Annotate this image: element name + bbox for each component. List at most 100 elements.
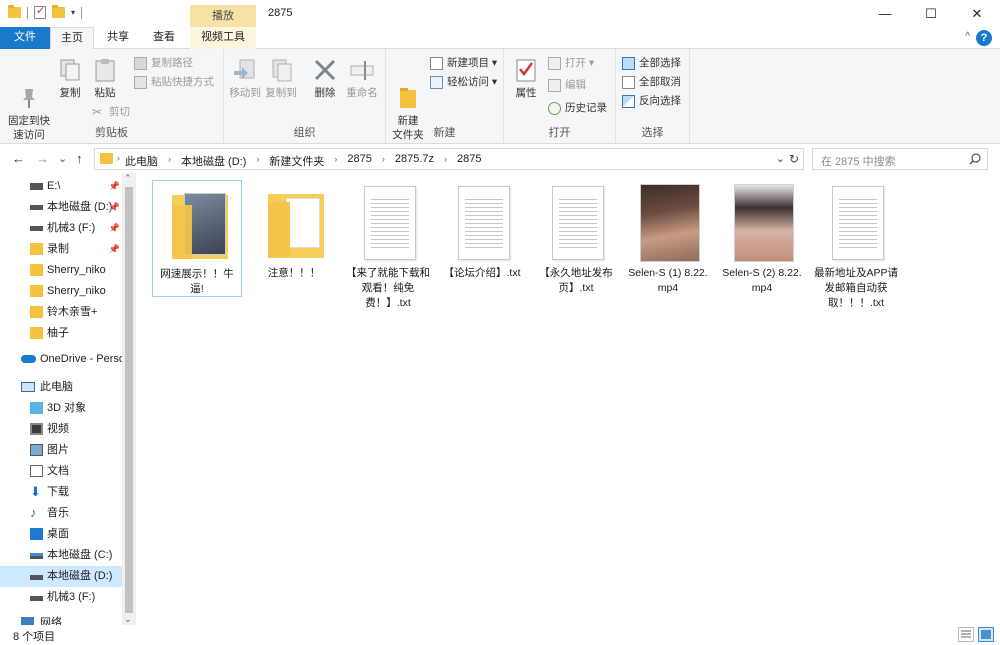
group-label-new: 新建 (433, 127, 456, 139)
copy-to-label: 复制到 (265, 87, 297, 99)
breadcrumb-2875-7z[interactable]: 2875.7z (395, 153, 434, 169)
edit-button[interactable]: 编辑 (548, 76, 586, 94)
file-item[interactable]: 【来了就能下载和观看！纯免费！】.txt (343, 180, 433, 309)
select-all-button[interactable]: 全部选择 (622, 54, 681, 72)
text-lines (559, 196, 597, 251)
large-icons-view-icon[interactable] (978, 627, 994, 642)
sidebar-item-onedrive[interactable]: OneDrive - Perso (0, 349, 122, 370)
sidebar-item-e-drive[interactable]: E:\ 📌 (0, 176, 122, 197)
forward-button[interactable]: → (36, 151, 49, 166)
sidebar-item-label: 图片 (47, 444, 69, 456)
copy-to-button[interactable]: 复制到 (264, 57, 298, 100)
properties-icon[interactable] (34, 4, 46, 19)
chevron-right-icon[interactable]: › (256, 153, 259, 169)
pin-icon: 📌 (108, 202, 120, 212)
sidebar-scrollbar[interactable]: ⌃ ⌄ (122, 173, 136, 625)
address-dropdown-icon[interactable]: ⌄ (776, 152, 785, 165)
context-tab-play[interactable]: 播放 (190, 5, 256, 27)
sidebar-item-youzi[interactable]: 柚子 (0, 323, 122, 344)
properties-button[interactable]: 属性 (510, 57, 542, 100)
sidebar-item-drive-c[interactable]: 本地磁盘 (C:) (0, 545, 122, 566)
ribbon: 固定到快 速访问 复制 粘贴 复制路径 粘贴快捷方式 ✂ 剪切 剪贴板 移动到 … (0, 49, 1000, 144)
breadcrumb-2875[interactable]: 2875 (347, 153, 371, 169)
drive-icon (30, 205, 43, 210)
tab-file[interactable]: 文件 (0, 27, 50, 49)
cut-button[interactable]: ✂ 剪切 (92, 103, 130, 121)
copy-path-button[interactable]: 复制路径 (134, 54, 193, 72)
file-item[interactable]: 网速展示！！牛逼! (152, 180, 242, 297)
help-icon[interactable]: ? (976, 30, 992, 46)
collapse-ribbon-icon[interactable]: ^ (965, 31, 970, 42)
new-item-button[interactable]: 新建项目 ▾ (430, 54, 497, 72)
sidebar-item-sherry-niko-2[interactable]: Sherry_niko (0, 281, 122, 302)
sidebar-item-videos[interactable]: 视频 (0, 419, 122, 440)
tab-share[interactable]: 共享 (96, 27, 140, 49)
file-item[interactable]: 注意！！！ (249, 180, 339, 297)
search-icon[interactable] (969, 153, 981, 165)
file-item[interactable]: 【永久地址发布页】.txt (531, 180, 621, 297)
back-button[interactable]: ← (12, 151, 25, 166)
move-to-button[interactable]: 移动到 (228, 57, 262, 100)
up-button[interactable]: ↑ (76, 151, 83, 166)
chevron-right-icon[interactable]: › (444, 153, 447, 169)
sidebar-item-3d-objects[interactable]: 3D 对象 (0, 398, 122, 419)
sidebar-item-sherry-niko-1[interactable]: Sherry_niko (0, 260, 122, 281)
delete-button[interactable]: 删除 (310, 57, 340, 100)
tab-video-tools[interactable]: 视频工具 (190, 27, 256, 49)
sidebar-item-folder-7[interactable]: 铃木亲雪+ (0, 302, 122, 323)
paste-shortcut-button[interactable]: 粘贴快捷方式 (134, 73, 214, 91)
file-item[interactable]: Selen-S (2) 8.22.mp4 (717, 180, 807, 297)
sidebar-item-music[interactable]: ♪ 音乐 (0, 503, 122, 524)
scroll-down-icon[interactable]: ⌄ (124, 614, 132, 625)
sidebar-item-this-pc[interactable]: 此电脑 (0, 377, 122, 398)
rename-button[interactable]: 重命名 (344, 57, 380, 100)
sidebar-item-downloads[interactable]: ⬇ 下载 (0, 482, 122, 503)
file-item[interactable]: 【论坛介绍】.txt (437, 180, 527, 297)
paste-button[interactable]: 粘贴 (90, 57, 120, 100)
chevron-right-icon[interactable]: › (334, 153, 337, 169)
sidebar-item-drive-f[interactable]: 机械3 (F:) (0, 587, 122, 608)
breadcrumb-current[interactable]: 2875 (457, 153, 481, 169)
easy-access-button[interactable]: 轻松访问 ▾ (430, 73, 497, 91)
details-view-icon[interactable] (958, 627, 974, 642)
breadcrumb-drive-d[interactable]: 本地磁盘 (D:) (181, 153, 246, 169)
new-folder-icon[interactable] (52, 5, 65, 18)
history-button[interactable]: 历史记录 (548, 99, 607, 117)
search-box[interactable]: 在 2875 中搜索 (812, 148, 988, 170)
sidebar-item-pictures[interactable]: 图片 (0, 440, 122, 461)
breadcrumb-new-folder[interactable]: 新建文件夹 (269, 153, 324, 169)
tab-home[interactable]: 主页 (50, 27, 94, 50)
sidebar-item-drive-d-pinned[interactable]: 本地磁盘 (D:) 📌 (0, 197, 122, 218)
copy-button[interactable]: 复制 (56, 57, 84, 100)
file-item[interactable]: Selen-S (1) 8.22.mp4 (623, 180, 713, 297)
minimize-button[interactable]: — (862, 0, 908, 27)
breadcrumb-this-pc[interactable]: 此电脑 (125, 153, 158, 169)
select-none-button[interactable]: 全部取消 (622, 73, 681, 91)
invert-selection-button[interactable]: 反向选择 (622, 92, 681, 110)
address-bar[interactable]: › 此电脑 › 本地磁盘 (D:) › 新建文件夹 › 2875 › 2875.7z › … (94, 148, 804, 170)
customize-quick-access-icon[interactable]: ▾ (71, 8, 75, 17)
file-item[interactable]: 最新地址及APP请发邮箱自动获取！！！.txt (811, 180, 901, 309)
sidebar-item-desktop[interactable]: 桌面 (0, 524, 122, 545)
open-button[interactable]: 打开 ▾ (548, 54, 594, 72)
folder-icon (170, 185, 228, 263)
chevron-right-icon[interactable]: › (168, 153, 171, 169)
sidebar-item-drive-f-pinned[interactable]: 机械3 (F:) 📌 (0, 218, 122, 239)
history-label: 历史记录 (565, 102, 607, 114)
sidebar-item-network[interactable]: 网络 (0, 613, 122, 625)
chevron-right-icon[interactable]: › (382, 153, 385, 169)
select-all-label: 全部选择 (639, 57, 681, 69)
tab-view[interactable]: 查看 (142, 27, 186, 49)
recent-locations-button[interactable]: ⌄ (58, 152, 67, 165)
navigation-bar: ← → ⌄ ↑ › 此电脑 › 本地磁盘 (D:) › 新建文件夹 › 2875 › 2… (0, 145, 1000, 173)
quick-access-toolbar: ▾ (8, 4, 83, 19)
close-button[interactable]: ✕ (954, 0, 1000, 27)
sidebar-item-label: 柚子 (47, 327, 69, 339)
scrollbar-thumb[interactable] (125, 187, 133, 613)
scroll-up-icon[interactable]: ⌃ (124, 173, 132, 184)
sidebar-item-drive-d[interactable]: 本地磁盘 (D:) (0, 566, 122, 587)
sidebar-item-documents[interactable]: 文档 (0, 461, 122, 482)
refresh-icon[interactable]: ↻ (789, 152, 799, 166)
sidebar-item-recordings[interactable]: 录制 📌 (0, 239, 122, 260)
maximize-button[interactable]: ☐ (908, 0, 954, 27)
